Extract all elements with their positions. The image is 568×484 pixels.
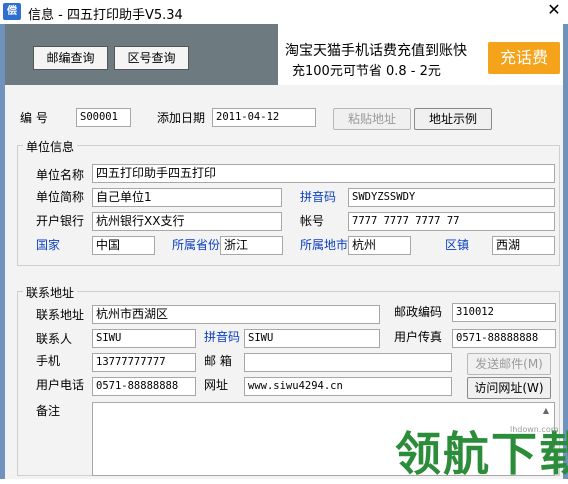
window-title: 信息 - 四五打印助手V5.34: [28, 8, 183, 23]
visit-site-button[interactable]: 访问网址(W): [467, 377, 551, 399]
date-field[interactable]: 2011-04-12: [212, 108, 316, 127]
contact-pinyin-label: 拼音码: [204, 330, 241, 344]
code-field[interactable]: S00001: [76, 108, 131, 127]
code-label: 编 号: [20, 111, 48, 125]
province-label: 所属省份: [172, 238, 221, 252]
mobile-field[interactable]: 13777777777: [92, 353, 196, 372]
close-icon[interactable]: ✕: [540, 0, 568, 22]
website-field[interactable]: www.siwu4294.cn: [244, 377, 452, 396]
window-frame-right: [563, 24, 568, 479]
email-label: 邮 箱: [204, 354, 232, 368]
country-field[interactable]: 中国: [92, 236, 155, 255]
city-field[interactable]: 杭州: [348, 236, 411, 255]
watermark-url: lhdown.com: [510, 425, 559, 434]
paste-address-button[interactable]: 粘贴地址: [333, 108, 411, 130]
date-label: 添加日期: [157, 111, 206, 125]
unit-name-label: 单位名称: [36, 168, 85, 182]
city-label: 所属地市: [300, 238, 349, 252]
ad-headline[interactable]: 淘宝天猫手机话费充值到账快: [285, 40, 467, 60]
ad-subline[interactable]: 充100元可节省 0.8 - 2元: [292, 60, 441, 79]
phone-field[interactable]: 0571-88888888: [92, 377, 196, 396]
app-icon: 偿: [3, 3, 21, 20]
address-example-button[interactable]: 地址示例: [414, 108, 492, 130]
email-field[interactable]: [244, 353, 452, 372]
bank-field[interactable]: 杭州银行XX支行: [92, 212, 282, 231]
postcode-field[interactable]: 310012: [452, 303, 556, 322]
unit-short-field[interactable]: 自己单位1: [92, 188, 282, 207]
contact-pinyin-field[interactable]: SIWU: [244, 329, 380, 348]
contact-person-label: 联系人: [36, 332, 73, 346]
website-label: 网址: [204, 378, 229, 392]
district-label: 区镇: [445, 238, 470, 252]
contact-group-title: 联系地址: [23, 284, 78, 301]
account-label: 帐号: [300, 214, 325, 228]
contact-address-field[interactable]: 杭州市西湖区: [92, 305, 380, 324]
fax-field[interactable]: 0571-88888888: [452, 329, 556, 348]
contact-address-label: 联系地址: [36, 308, 85, 322]
unit-pinyin-label: 拼音码: [300, 190, 337, 204]
unit-short-label: 单位简称: [36, 190, 85, 204]
remark-label: 备注: [36, 404, 61, 418]
phone-label: 用户电话: [36, 378, 85, 392]
account-field[interactable]: 7777 7777 7777 77: [348, 212, 555, 231]
area-code-query-button[interactable]: 区号查询: [114, 46, 189, 70]
unit-pinyin-field[interactable]: SWDYZSSWDY: [348, 188, 555, 207]
province-field[interactable]: 浙江: [220, 236, 283, 255]
zip-query-button[interactable]: 邮编查询: [33, 46, 108, 70]
country-label: 国家: [36, 238, 61, 252]
unit-name-field[interactable]: 四五打印助手四五打印: [92, 164, 555, 183]
mobile-label: 手机: [36, 354, 61, 368]
fax-label: 用户传真: [394, 330, 443, 344]
contact-person-field[interactable]: SIWU: [92, 329, 196, 348]
recharge-button[interactable]: 充话费: [488, 42, 560, 74]
unit-info-title: 单位信息: [23, 138, 78, 155]
postcode-label: 邮政编码: [394, 305, 443, 319]
bank-label: 开户银行: [36, 214, 85, 228]
scroll-up-icon[interactable]: ▲: [540, 405, 552, 417]
district-field[interactable]: 西湖: [492, 236, 555, 255]
send-mail-button[interactable]: 发送邮件(M): [467, 353, 551, 375]
